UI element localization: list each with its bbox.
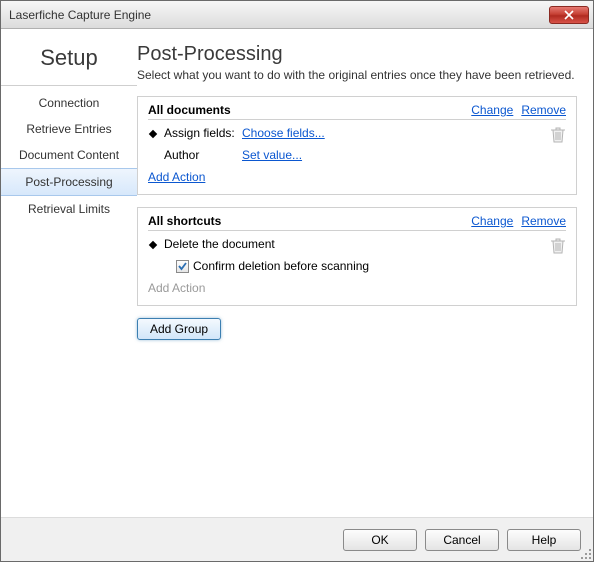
action-label: Assign fields: (164, 126, 242, 140)
sidebar: Setup Connection Retrieve Entries Docume… (1, 29, 137, 517)
group-all-documents: All documents Change Remove Assign field… (137, 96, 577, 195)
action-label: Delete the document (164, 237, 275, 251)
page-description: Select what you want to do with the orig… (137, 68, 577, 82)
choose-fields-link[interactable]: Choose fields... (242, 126, 325, 140)
nav-connection[interactable]: Connection (1, 90, 137, 116)
window-title: Laserfiche Capture Engine (9, 8, 549, 22)
ok-button[interactable]: OK (343, 529, 417, 551)
titlebar[interactable]: Laserfiche Capture Engine (1, 1, 593, 29)
bullet-icon (149, 241, 157, 249)
trash-icon[interactable] (550, 237, 566, 255)
group-header: All documents Change Remove (148, 103, 566, 120)
trash-icon[interactable] (550, 126, 566, 144)
remove-link[interactable]: Remove (521, 214, 566, 228)
confirm-deletion-checkbox[interactable] (176, 260, 189, 273)
footer: OK Cancel Help (1, 517, 593, 561)
group-all-shortcuts: All shortcuts Change Remove Delete the d… (137, 207, 577, 306)
remove-link[interactable]: Remove (521, 103, 566, 117)
close-icon (564, 10, 574, 20)
divider (1, 85, 137, 86)
nav-document-content[interactable]: Document Content (1, 142, 137, 168)
add-group-button[interactable]: Add Group (137, 318, 221, 340)
change-link[interactable]: Change (471, 214, 513, 228)
group-header: All shortcuts Change Remove (148, 214, 566, 231)
close-button[interactable] (549, 6, 589, 24)
field-subrow: Author Set value... (148, 146, 566, 164)
group-name: All documents (148, 103, 471, 117)
field-name: Author (164, 148, 242, 162)
resize-grip[interactable] (579, 547, 591, 559)
sidebar-title: Setup (1, 45, 137, 71)
action-row: Assign fields: Choose fields... (148, 124, 566, 146)
nav-retrieval-limits[interactable]: Retrieval Limits (1, 196, 137, 222)
action-row: Delete the document (148, 235, 566, 257)
nav-retrieve-entries[interactable]: Retrieve Entries (1, 116, 137, 142)
set-value-link[interactable]: Set value... (242, 148, 302, 162)
confirm-deletion-label: Confirm deletion before scanning (193, 259, 369, 273)
add-action-disabled: Add Action (148, 281, 205, 295)
page-title: Post-Processing (137, 43, 577, 66)
change-link[interactable]: Change (471, 103, 513, 117)
help-button[interactable]: Help (507, 529, 581, 551)
cancel-button[interactable]: Cancel (425, 529, 499, 551)
nav-post-processing[interactable]: Post-Processing (1, 168, 137, 196)
main-panel: Post-Processing Select what you want to … (137, 29, 593, 517)
add-action-link[interactable]: Add Action (148, 170, 205, 184)
confirm-deletion-row: Confirm deletion before scanning (148, 257, 566, 275)
group-name: All shortcuts (148, 214, 471, 228)
app-window: Laserfiche Capture Engine Setup Connecti… (0, 0, 594, 562)
bullet-icon (149, 130, 157, 138)
check-icon (177, 261, 188, 272)
body: Setup Connection Retrieve Entries Docume… (1, 29, 593, 517)
